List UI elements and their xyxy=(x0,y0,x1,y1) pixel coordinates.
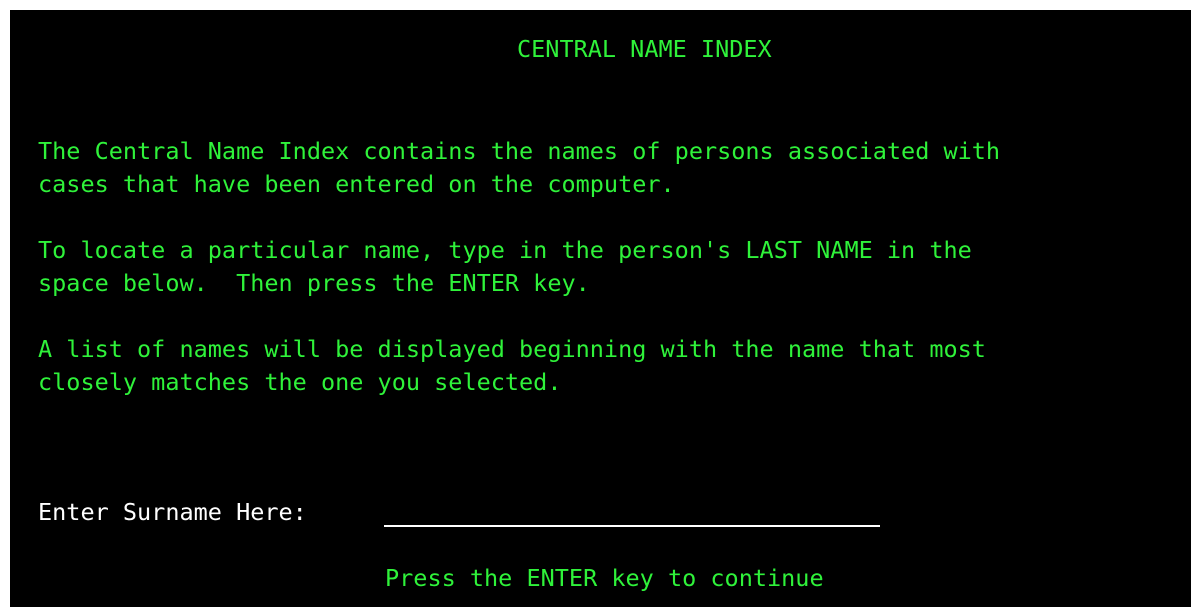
continue-message: Press the ENTER key to continue xyxy=(385,564,824,592)
instructions-paragraph-line: space below. Then press the ENTER key. xyxy=(38,269,590,297)
intro-paragraph-line: The Central Name Index contains the name… xyxy=(38,137,1001,165)
surname-input[interactable] xyxy=(384,497,880,527)
surname-label: Enter Surname Here: xyxy=(38,498,307,526)
results-note-line: A list of names will be displayed beginn… xyxy=(38,335,986,363)
results-note-line: closely matches the one you selected. xyxy=(38,368,562,396)
intro-paragraph-line: cases that have been entered on the comp… xyxy=(38,170,675,198)
screen-title: CENTRAL NAME INDEX xyxy=(517,35,772,63)
terminal-screen: CENTRAL NAME INDEX The Central Name Inde… xyxy=(10,10,1191,607)
instructions-paragraph-line: To locate a particular name, type in the… xyxy=(38,236,972,264)
